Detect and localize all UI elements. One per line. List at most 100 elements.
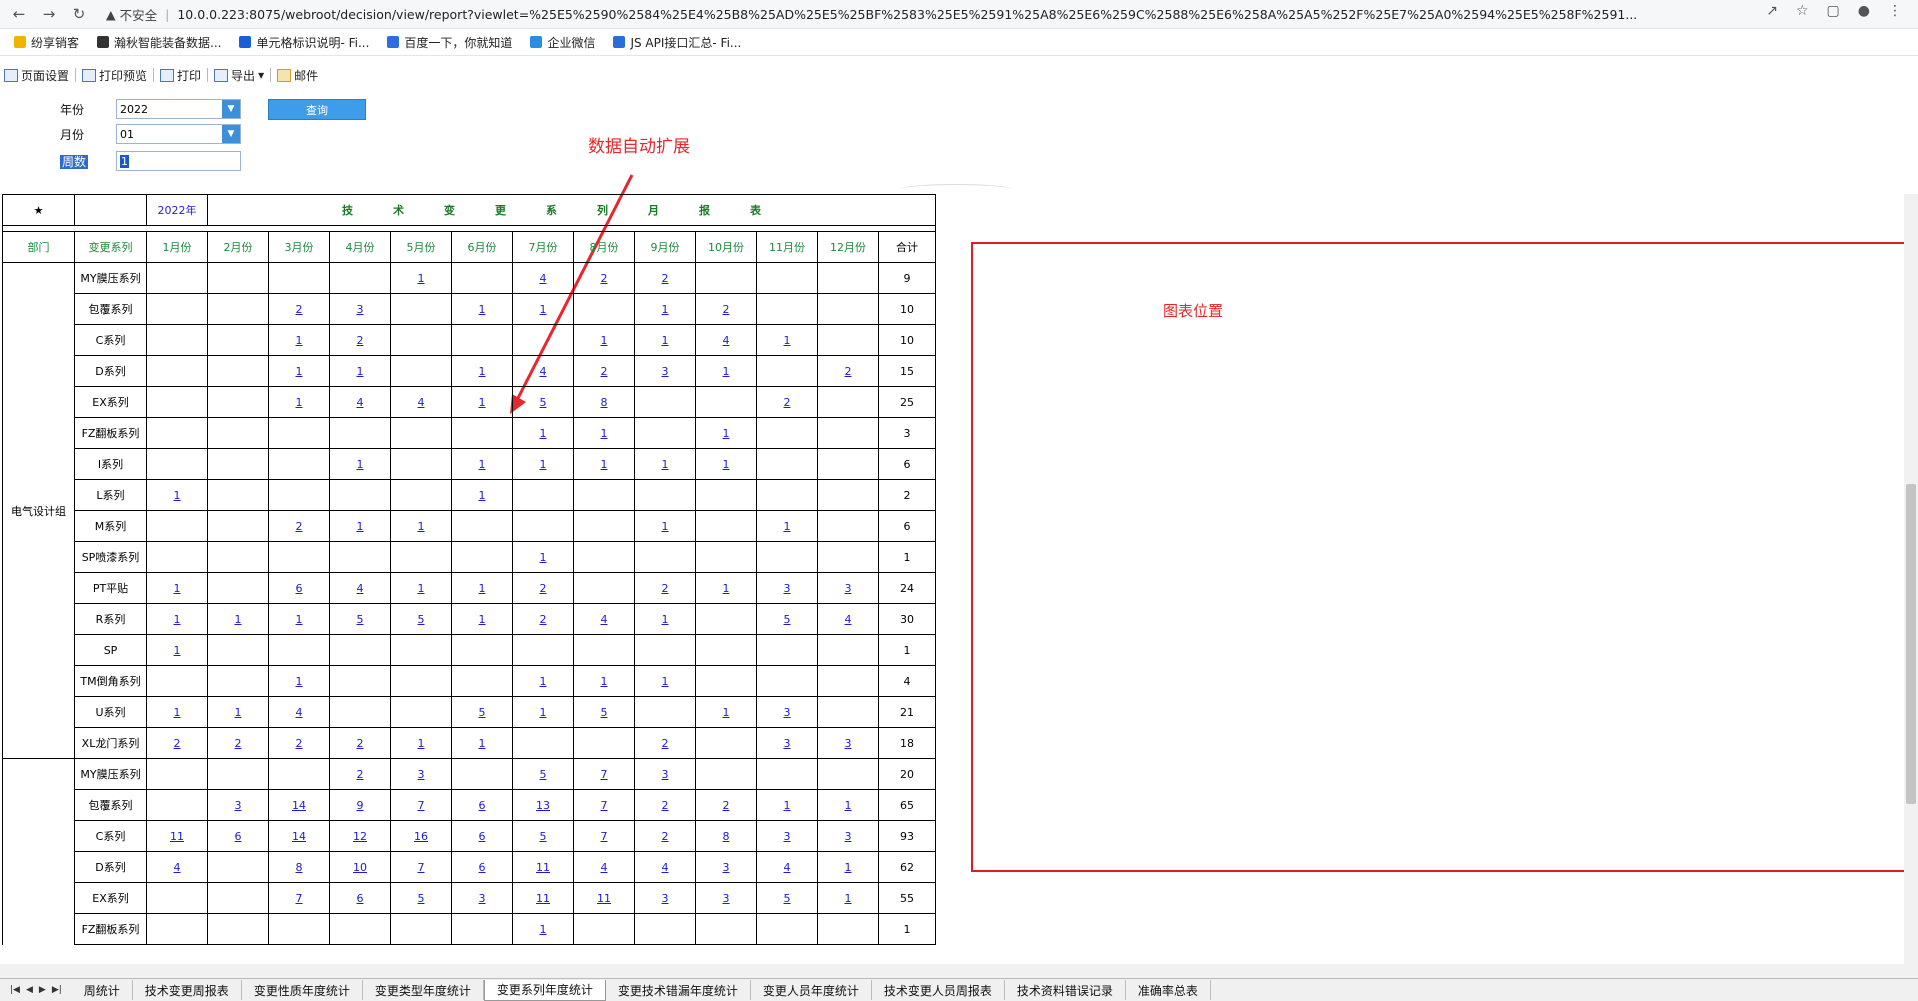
scroll-thumb[interactable] [1906, 484, 1916, 804]
value-link[interactable]: 4 [723, 334, 730, 347]
value-link[interactable]: 5 [540, 768, 547, 781]
bookmark-item[interactable]: 瀚秋智能装备数据... [97, 34, 221, 51]
value-link[interactable]: 8 [723, 830, 730, 843]
value-link[interactable]: 1 [601, 427, 608, 440]
value-link[interactable]: 3 [784, 582, 791, 595]
value-link[interactable]: 3 [723, 892, 730, 905]
value-link[interactable]: 5 [540, 830, 547, 843]
value-link[interactable]: 4 [357, 396, 364, 409]
value-link[interactable]: 1 [418, 272, 425, 285]
value-link[interactable]: 2 [540, 582, 547, 595]
value-link[interactable]: 1 [784, 334, 791, 347]
value-link[interactable]: 3 [662, 365, 669, 378]
value-link[interactable]: 1 [601, 334, 608, 347]
value-link[interactable]: 11 [536, 861, 550, 874]
value-link[interactable]: 5 [418, 613, 425, 626]
month-select[interactable]: 01 ▼ [116, 124, 241, 144]
value-link[interactable]: 1 [540, 303, 547, 316]
sheet-tab[interactable]: 变更性质年度统计 [242, 980, 363, 1000]
value-link[interactable]: 1 [662, 334, 669, 347]
value-link[interactable]: 3 [845, 737, 852, 750]
value-link[interactable]: 1 [479, 396, 486, 409]
value-link[interactable]: 1 [174, 613, 181, 626]
value-link[interactable]: 5 [357, 613, 364, 626]
value-link[interactable]: 5 [784, 613, 791, 626]
value-link[interactable]: 1 [662, 613, 669, 626]
value-link[interactable]: 6 [296, 582, 303, 595]
value-link[interactable]: 1 [296, 675, 303, 688]
value-link[interactable]: 1 [662, 675, 669, 688]
value-link[interactable]: 3 [662, 768, 669, 781]
menu-icon[interactable]: ⋮ [1888, 3, 1902, 19]
value-link[interactable]: 1 [662, 303, 669, 316]
value-link[interactable]: 5 [479, 706, 486, 719]
mail-button[interactable]: 邮件 [273, 67, 322, 84]
value-link[interactable]: 1 [479, 458, 486, 471]
value-link[interactable]: 2 [662, 582, 669, 595]
value-link[interactable]: 4 [357, 582, 364, 595]
back-icon[interactable]: ← [8, 3, 30, 25]
bookmark-item[interactable]: 纷享销客 [14, 34, 79, 51]
value-link[interactable]: 3 [662, 892, 669, 905]
value-link[interactable]: 2 [357, 334, 364, 347]
sheet-tab[interactable]: 技术变更人员周报表 [872, 980, 1005, 1000]
chevron-down-icon[interactable]: ▼ [222, 100, 240, 118]
value-link[interactable]: 9 [357, 799, 364, 812]
value-link[interactable]: 14 [292, 799, 306, 812]
value-link[interactable]: 6 [479, 861, 486, 874]
value-link[interactable]: 7 [296, 892, 303, 905]
week-input[interactable]: 1 [116, 151, 241, 171]
sheet-tab[interactable]: 技术资料错误记录 [1005, 980, 1126, 1000]
bookmark-star-icon[interactable]: ☆ [1796, 3, 1809, 19]
value-link[interactable]: 1 [479, 582, 486, 595]
value-link[interactable]: 1 [357, 365, 364, 378]
last-sheet-icon[interactable]: ▶| [52, 985, 62, 995]
value-link[interactable]: 7 [601, 799, 608, 812]
sheet-tab[interactable]: 准确率总表 [1126, 980, 1211, 1000]
value-link[interactable]: 1 [479, 737, 486, 750]
value-link[interactable]: 14 [292, 830, 306, 843]
value-link[interactable]: 1 [662, 520, 669, 533]
value-link[interactable]: 3 [845, 582, 852, 595]
value-link[interactable]: 12 [353, 830, 367, 843]
value-link[interactable]: 2 [662, 737, 669, 750]
forward-icon[interactable]: → [38, 3, 60, 25]
value-link[interactable]: 3 [235, 799, 242, 812]
profile-icon[interactable]: ● [1858, 3, 1870, 19]
sheet-tab[interactable]: 变更系列年度统计 [483, 979, 606, 1001]
value-link[interactable]: 1 [723, 706, 730, 719]
value-link[interactable]: 3 [479, 892, 486, 905]
print-button[interactable]: 打印 [156, 67, 205, 84]
value-link[interactable]: 1 [296, 334, 303, 347]
value-link[interactable]: 3 [784, 706, 791, 719]
value-link[interactable]: 2 [662, 830, 669, 843]
value-link[interactable]: 6 [479, 799, 486, 812]
value-link[interactable]: 1 [662, 458, 669, 471]
value-link[interactable]: 2 [723, 799, 730, 812]
value-link[interactable]: 6 [235, 830, 242, 843]
value-link[interactable]: 1 [174, 706, 181, 719]
value-link[interactable]: 4 [601, 613, 608, 626]
value-link[interactable]: 4 [296, 706, 303, 719]
value-link[interactable]: 2 [296, 737, 303, 750]
value-link[interactable]: 6 [479, 830, 486, 843]
value-link[interactable]: 7 [601, 830, 608, 843]
value-link[interactable]: 3 [845, 830, 852, 843]
value-link[interactable]: 2 [784, 396, 791, 409]
reload-icon[interactable]: ↻ [68, 3, 90, 25]
value-link[interactable]: 1 [479, 489, 486, 502]
value-link[interactable]: 3 [723, 861, 730, 874]
print-preview-button[interactable]: 打印预览 [78, 67, 151, 84]
value-link[interactable]: 1 [784, 799, 791, 812]
value-link[interactable]: 2 [723, 303, 730, 316]
value-link[interactable]: 4 [845, 613, 852, 626]
chevron-down-icon[interactable]: ▼ [222, 125, 240, 143]
value-link[interactable]: 16 [414, 830, 428, 843]
value-link[interactable]: 6 [357, 892, 364, 905]
sheet-tab[interactable]: 变更类型年度统计 [363, 980, 484, 1000]
vertical-scrollbar[interactable] [1904, 194, 1918, 964]
value-link[interactable]: 1 [174, 489, 181, 502]
value-link[interactable]: 1 [540, 458, 547, 471]
value-link[interactable]: 2 [296, 520, 303, 533]
value-link[interactable]: 4 [601, 861, 608, 874]
